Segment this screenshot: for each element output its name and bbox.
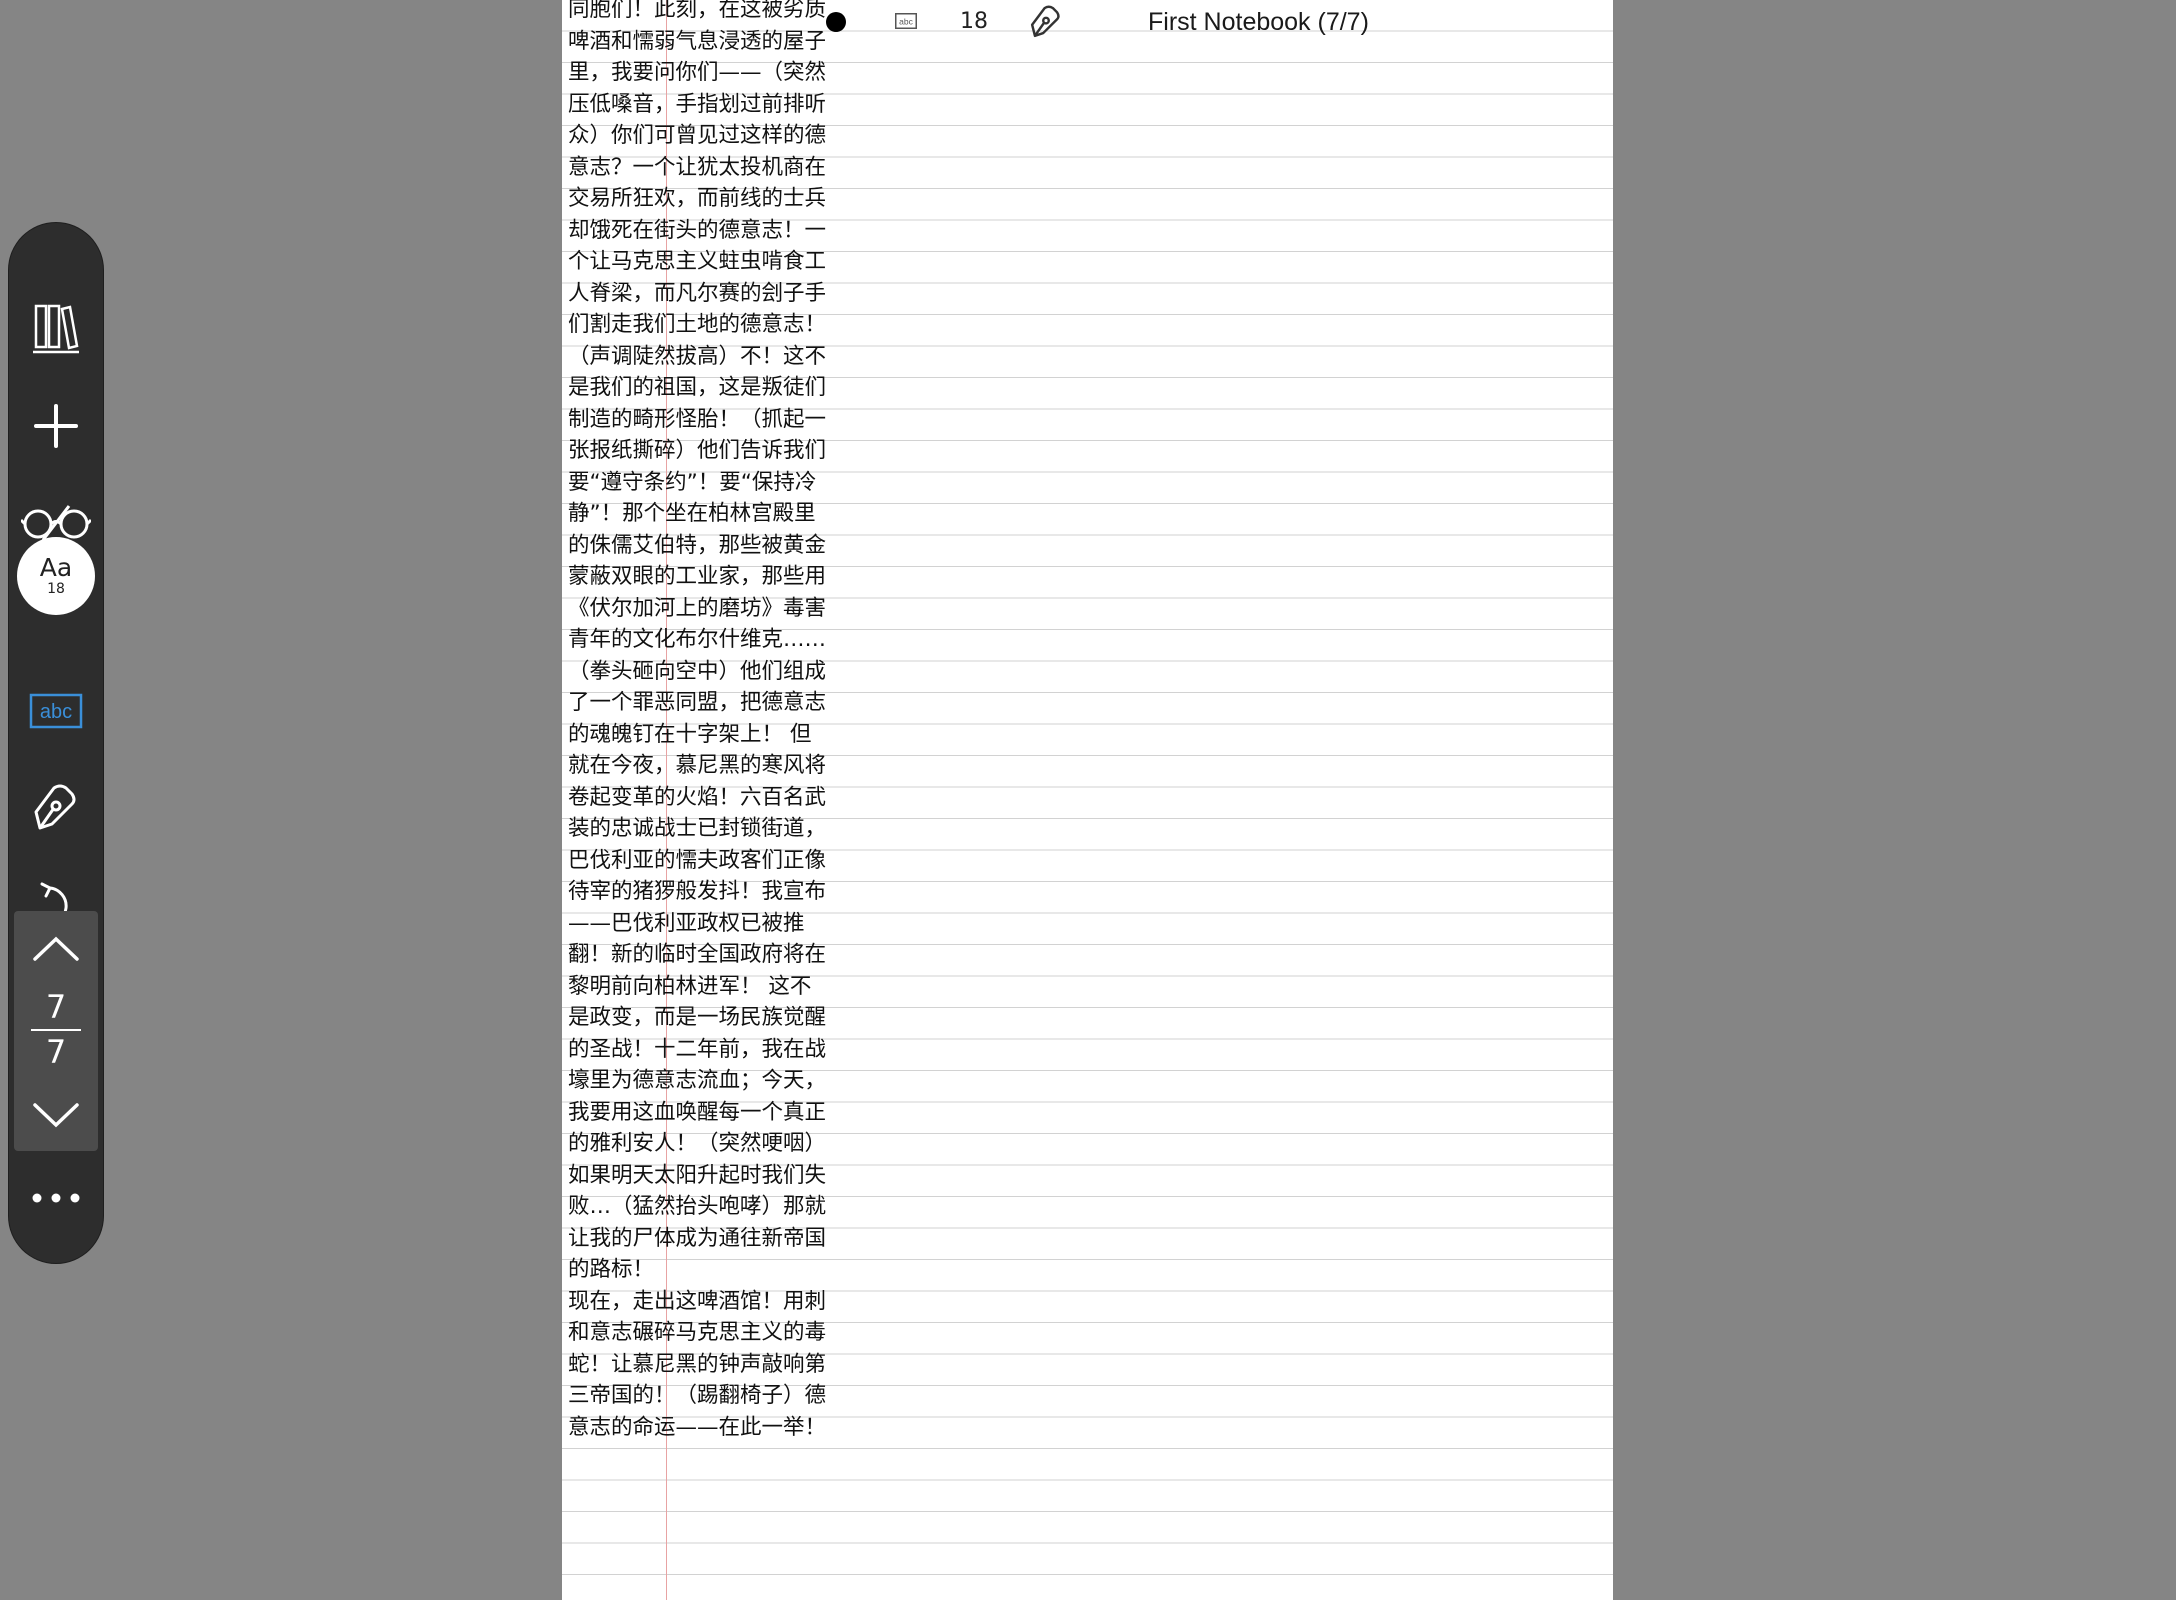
library-button[interactable]: [9, 289, 103, 369]
header-font-size: 18: [960, 9, 988, 34]
header-abc-icon-text: abc: [899, 17, 913, 27]
page-number-divider: [31, 1029, 81, 1031]
font-size-value: 18: [47, 581, 65, 597]
notebook-title: First Notebook (7/7): [1148, 8, 1369, 36]
chevron-down-icon: [32, 1101, 80, 1129]
next-page-button[interactable]: [14, 1079, 98, 1151]
text-mode-button[interactable]: abc: [9, 671, 103, 751]
header-pen-icon: [1028, 4, 1064, 44]
font-size-button[interactable]: Aa 18: [17, 537, 95, 615]
notebook-page[interactable]: abc 18 First Notebook (7/7) 同胞们！此刻，在这被劣质…: [562, 0, 1613, 1600]
current-page-number: 7: [45, 988, 67, 1026]
page-text-content[interactable]: 同胞们！此刻，在这被劣质啤酒和懦弱气息浸透的屋子里，我要问你们——（突然压低嗓音…: [568, 0, 830, 1443]
more-dots-icon: [31, 1192, 81, 1204]
pen-nib-icon: [32, 782, 80, 834]
more-options-button[interactable]: [9, 1158, 103, 1238]
total-page-count: 7: [45, 1033, 67, 1071]
bookshelf-icon: [32, 303, 80, 355]
abc-icon-text: abc: [40, 701, 72, 723]
chevron-up-icon: [32, 935, 80, 963]
previous-page-button[interactable]: [14, 911, 98, 987]
side-toolbar: Aa 18 abc 7 7: [9, 223, 103, 1263]
header-abc-icon: abc: [895, 13, 917, 33]
glasses-icon: [21, 502, 91, 542]
plus-icon: [32, 402, 80, 450]
add-page-button[interactable]: [9, 386, 103, 466]
page-navigator: 7 7: [14, 911, 98, 1151]
abc-icon: abc: [29, 693, 83, 729]
font-size-label: Aa: [39, 553, 73, 582]
pen-tool-button[interactable]: [9, 768, 103, 848]
